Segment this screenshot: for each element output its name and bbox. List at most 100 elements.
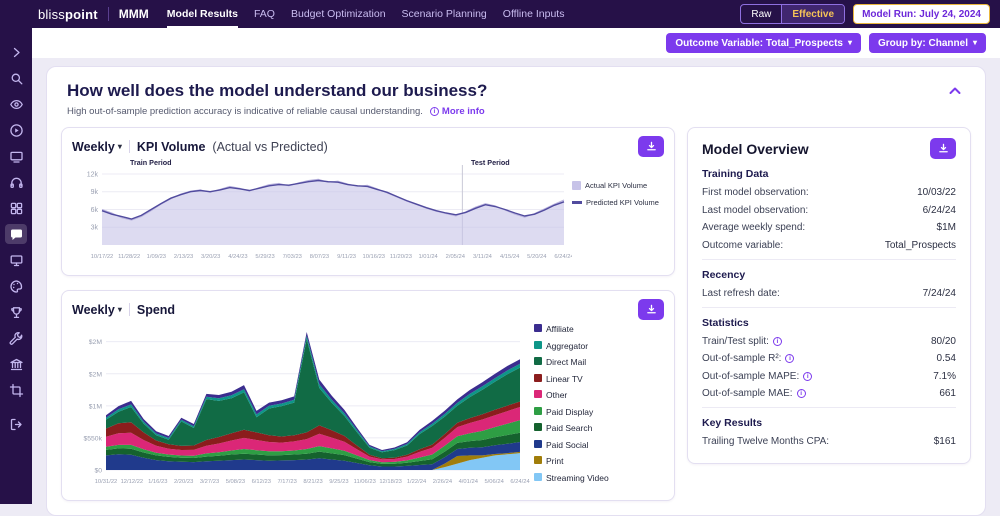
svg-text:4/01/24: 4/01/24	[459, 479, 479, 485]
play-icon[interactable]	[5, 120, 27, 140]
svg-text:3/27/23: 3/27/23	[200, 479, 219, 485]
download-icon	[646, 141, 656, 151]
svg-text:6/24/24: 6/24/24	[510, 479, 530, 485]
svg-text:12k: 12k	[87, 171, 99, 178]
info-icon[interactable]	[796, 389, 806, 398]
filter-row: Outcome Variable: Total_Prospects Group …	[32, 28, 1000, 58]
divider	[107, 7, 109, 21]
table-row: Out-of-sample MAE: 661	[702, 388, 956, 399]
download-kpi-chart-button[interactable]	[638, 136, 664, 157]
kpi-chart-subtitle: (Actual vs Predicted)	[212, 139, 328, 154]
cast-icon[interactable]	[5, 146, 27, 166]
table-row: Out-of-sample MAPE: 7.1%	[702, 371, 956, 382]
palette-icon[interactable]	[5, 276, 27, 296]
kpi-legend: Actual KPI Volume Predicted KPI Volume	[572, 157, 660, 207]
section-title: Training Data	[702, 168, 769, 180]
logout-icon[interactable]	[5, 414, 27, 434]
svg-text:2/05/24: 2/05/24	[446, 254, 466, 260]
more-info-link[interactable]: More info	[429, 106, 485, 117]
brand-logo[interactable]: blisspoint	[38, 7, 98, 22]
predicted-swatch	[572, 201, 582, 204]
spend-chart-title: Spend	[136, 302, 176, 317]
spend-card: Weekly Spend $0$550k$1M$2M$2M10/31/2212/…	[61, 290, 675, 501]
spend-frequency-dropdown[interactable]: Weekly	[72, 303, 122, 317]
svg-text:Test Period: Test Period	[471, 158, 510, 167]
top-nav: Model Results FAQ Budget Optimization Sc…	[166, 0, 565, 28]
svg-text:$0: $0	[94, 468, 102, 475]
table-row: Outcome variable: Total_Prospects	[702, 239, 956, 251]
legend-item: Print	[534, 456, 646, 466]
caret-down-icon	[118, 306, 122, 314]
outcome-variable-label: Outcome Variable: Total_Prospects	[675, 37, 843, 49]
monitor-icon[interactable]	[5, 250, 27, 270]
caret-down-icon	[973, 39, 977, 47]
table-row: Last refresh date: 7/24/24	[702, 287, 956, 299]
svg-text:11/28/22: 11/28/22	[118, 254, 140, 260]
svg-text:8/07/23: 8/07/23	[310, 254, 329, 260]
info-icon[interactable]	[785, 354, 795, 363]
legend-item: Affiliate	[534, 324, 646, 334]
section-title: Recency	[702, 268, 746, 281]
headphones-icon[interactable]	[5, 172, 27, 192]
svg-text:10/17/22: 10/17/22	[91, 254, 114, 260]
raw-effective-toggle: Raw Effective	[740, 4, 846, 24]
brand-light: bliss	[38, 6, 66, 22]
statistics-section: Statistics Train/Test split: 80/20 Out-o…	[702, 308, 956, 408]
divider	[128, 140, 130, 153]
icon-sidebar	[0, 0, 32, 504]
grid-icon[interactable]	[5, 198, 27, 218]
table-row: Average weekly spend: $1M	[702, 222, 956, 233]
svg-text:11/20/23: 11/20/23	[390, 254, 412, 260]
divider	[128, 303, 130, 316]
svg-text:12/18/23: 12/18/23	[379, 479, 402, 485]
nav-budget-optimization[interactable]: Budget Optimization	[291, 0, 386, 28]
svg-text:10/16/23: 10/16/23	[362, 254, 385, 260]
svg-text:1/09/23: 1/09/23	[147, 254, 166, 260]
library-icon[interactable]	[5, 354, 27, 374]
svg-text:5/20/24: 5/20/24	[527, 254, 547, 260]
topbar: blisspoint MMM Model Results FAQ Budget …	[0, 0, 1000, 28]
trophy-icon[interactable]	[5, 302, 27, 322]
training-data-section: Training Data First model observation: 1…	[702, 159, 956, 260]
spend-chart[interactable]: $0 $550k $1M $2M $2M 10/31/22 12/12/22 1/16/23 2…	[72, 320, 534, 494]
svg-text:4/15/24: 4/15/24	[500, 254, 520, 260]
legend-item: Linear TV	[534, 373, 646, 384]
outcome-variable-dropdown[interactable]: Outcome Variable: Total_Prospects	[666, 33, 861, 53]
download-spend-chart-button[interactable]	[638, 299, 664, 320]
model-run-button[interactable]: Model Run: July 24, 2024	[853, 4, 990, 24]
kpi-volume-chart[interactable]: 3k 6k 9k 12k 10/17/22 11/28/22 1/09/23 2/13/23 3…	[72, 157, 572, 269]
main-content: Outcome Variable: Total_Prospects Group …	[32, 28, 1000, 516]
collapse-panel-button[interactable]	[945, 81, 965, 104]
kpi-frequency-dropdown[interactable]: Weekly	[72, 140, 122, 154]
panel-header: How well does the model understand our b…	[59, 79, 973, 127]
chevron-up-icon	[949, 87, 961, 94]
expand-icon[interactable]	[5, 42, 27, 62]
svg-text:6/24/24: 6/24/24	[554, 254, 572, 260]
table-row: Train/Test split: 80/20	[702, 336, 956, 347]
download-icon	[646, 304, 656, 314]
download-overview-button[interactable]	[930, 138, 956, 159]
chat-icon[interactable]	[5, 224, 27, 244]
actual-swatch	[572, 181, 581, 190]
raw-toggle-button[interactable]: Raw	[741, 5, 781, 23]
group-by-dropdown[interactable]: Group by: Channel	[868, 33, 986, 53]
info-icon[interactable]	[772, 336, 782, 346]
model-run-label: Model Run: July 24, 2024	[862, 8, 981, 20]
nav-faq[interactable]: FAQ	[254, 0, 275, 28]
crop-icon[interactable]	[5, 380, 27, 400]
eye-icon[interactable]	[5, 94, 27, 114]
wrench-icon[interactable]	[5, 328, 27, 348]
svg-text:$1M: $1M	[89, 403, 103, 410]
legend-item: Other	[534, 390, 646, 400]
search-icon[interactable]	[5, 68, 27, 88]
info-icon[interactable]	[803, 371, 813, 381]
effective-toggle-button[interactable]: Effective	[781, 5, 845, 23]
svg-text:9k: 9k	[91, 189, 99, 196]
nav-model-results[interactable]: Model Results	[166, 0, 238, 28]
nav-offline-inputs[interactable]: Offline Inputs	[503, 0, 565, 28]
kpi-chart-title: KPI Volume	[136, 139, 206, 154]
nav-scenario-planning[interactable]: Scenario Planning	[402, 0, 487, 28]
legend-item: Aggregator	[534, 340, 646, 351]
caret-down-icon	[118, 143, 122, 151]
svg-text:$2M: $2M	[89, 339, 103, 346]
